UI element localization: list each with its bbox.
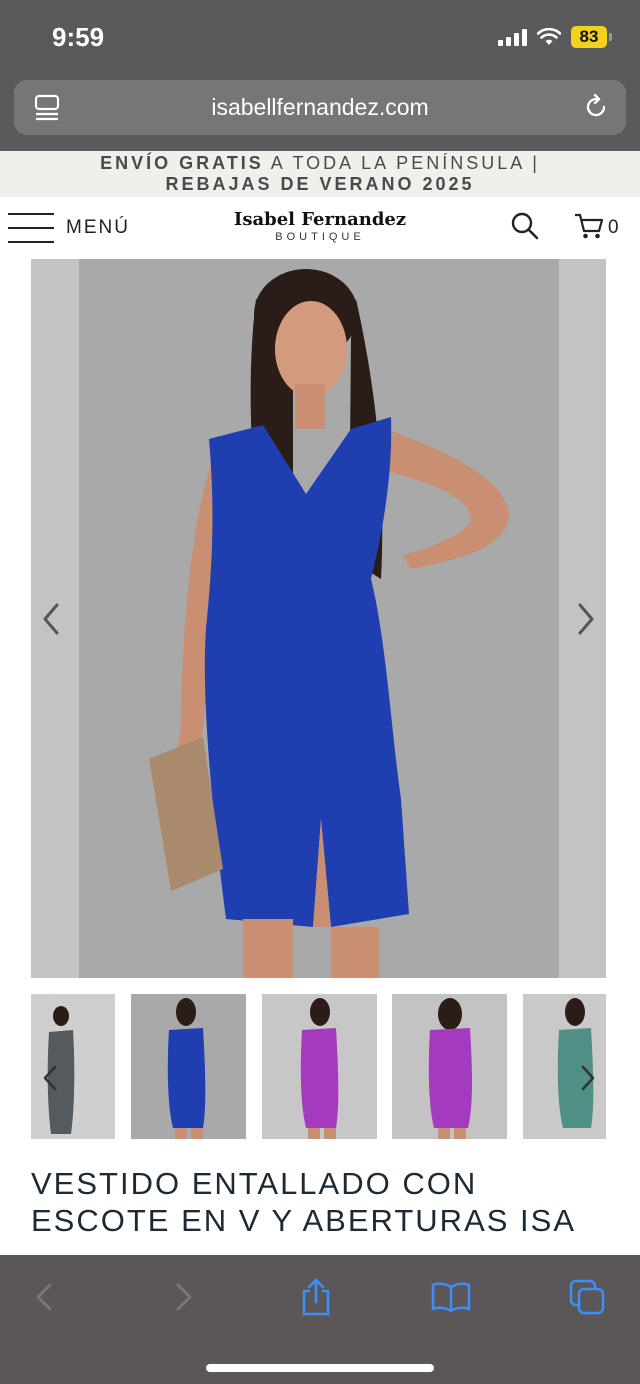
logo-name: Isabel Fernandez xyxy=(233,209,407,230)
product-photo xyxy=(31,259,606,978)
home-indicator[interactable] xyxy=(206,1364,434,1372)
forward-icon[interactable] xyxy=(162,1277,202,1317)
promo-free-shipping: ENVÍO GRATIS xyxy=(100,153,264,173)
logo-tagline: BOUTIQUE xyxy=(275,231,365,243)
thumbnail-2[interactable] xyxy=(131,994,246,1139)
tabs-icon[interactable] xyxy=(567,1277,607,1317)
thumbnail-prev-arrow-icon[interactable] xyxy=(41,1064,59,1092)
promo-summer-sale: REBAJAS DE VERANO 2025 xyxy=(165,174,475,194)
dress-shape xyxy=(204,417,409,927)
next-image-arrow-icon[interactable] xyxy=(574,601,598,637)
cellular-signal-icon xyxy=(498,28,527,46)
site-header: MENÚ Isabel Fernandez BOUTIQUE 0 xyxy=(0,197,640,257)
battery-level: 83 xyxy=(571,26,607,48)
status-time: 9:59 xyxy=(52,22,105,52)
address-bar[interactable]: isabellfernandez.com xyxy=(14,80,626,135)
browser-toolbar xyxy=(0,1255,640,1384)
promo-banner: ENVÍO GRATIS A TODA LA PENÍNSULA | REBAJ… xyxy=(0,151,640,197)
thumbnail-strip xyxy=(31,994,606,1139)
hamburger-menu-icon[interactable] xyxy=(8,213,54,245)
reload-icon[interactable] xyxy=(582,93,610,121)
product-title: VESTIDO ENTALLADO CON ESCOTE EN V Y ABER… xyxy=(31,1166,577,1238)
promo-peninsula: A TODA LA PENÍNSULA | xyxy=(263,153,540,173)
product-main-image[interactable] xyxy=(31,259,606,978)
bookmarks-icon[interactable] xyxy=(431,1277,471,1317)
back-icon[interactable] xyxy=(26,1277,66,1317)
previous-image-arrow-icon[interactable] xyxy=(39,601,63,637)
site-logo[interactable]: Isabel Fernandez BOUTIQUE xyxy=(220,209,420,243)
battery-icon: 83 xyxy=(571,26,612,48)
thumbnail-4[interactable] xyxy=(392,994,507,1139)
menu-label[interactable]: MENÚ xyxy=(66,217,130,239)
browser-chrome: 9:59 83 isabellfernandez.com xyxy=(0,0,640,151)
cart-count[interactable]: 0 xyxy=(608,217,619,239)
status-icons: 83 xyxy=(498,26,612,48)
url-text[interactable]: isabellfernandez.com xyxy=(14,94,626,121)
wifi-icon xyxy=(537,28,561,45)
search-icon[interactable] xyxy=(510,211,540,241)
thumbnail-next-arrow-icon[interactable] xyxy=(579,1064,597,1092)
share-icon[interactable] xyxy=(296,1277,336,1317)
cart-icon[interactable] xyxy=(574,212,604,240)
thumbnail-3[interactable] xyxy=(262,994,377,1139)
